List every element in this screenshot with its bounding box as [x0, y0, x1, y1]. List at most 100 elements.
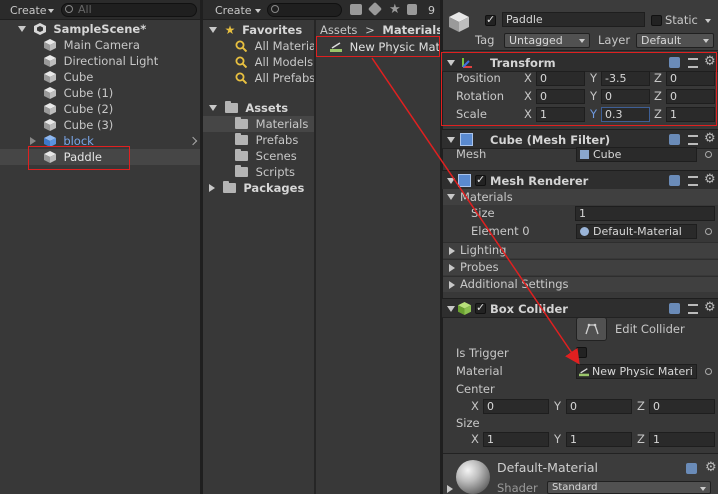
position-z-field[interactable]: 0 — [666, 71, 715, 86]
shader-dropdown[interactable]: Standard — [547, 481, 711, 494]
expand-arrow-icon[interactable] — [209, 105, 217, 111]
expand-arrow-icon[interactable] — [447, 306, 455, 312]
favorites-item-all-prefabs[interactable]: All Prefabs — [235, 70, 315, 86]
size-z-field[interactable]: 1 — [649, 432, 715, 447]
additional-settings-foldout[interactable]: Additional Settings — [443, 276, 718, 292]
collapse-arrow-icon[interactable] — [449, 281, 455, 289]
object-active-checkbox[interactable] — [485, 13, 496, 26]
mesh-renderer-header[interactable]: Mesh Renderer ⚙ — [442, 170, 718, 190]
collapse-arrow-icon[interactable] — [449, 264, 455, 272]
folder-prefabs[interactable]: Prefabs — [235, 132, 298, 148]
favorites-item-all-models[interactable]: All Models — [235, 54, 313, 70]
gear-icon[interactable]: ⚙ — [704, 131, 716, 147]
chevron-right-icon[interactable] — [188, 136, 198, 146]
edit-collider-button[interactable] — [576, 317, 607, 341]
expand-arrow-icon[interactable] — [447, 60, 455, 66]
preset-icon[interactable] — [688, 135, 698, 145]
mesh-field[interactable]: Cube — [576, 147, 697, 162]
static-checkbox[interactable] — [651, 15, 662, 26]
help-icon[interactable] — [669, 134, 680, 145]
help-icon[interactable] — [669, 175, 680, 186]
folder-scenes[interactable]: Scenes — [235, 148, 297, 164]
hierarchy-item-block[interactable]: block — [30, 133, 200, 149]
scale-y-field[interactable]: 0.3 — [601, 107, 650, 122]
expand-arrow-icon[interactable] — [447, 178, 455, 184]
breadcrumb-root[interactable]: Assets — [320, 23, 357, 37]
file-new-physic-material[interactable]: New Physic Mate — [330, 39, 440, 55]
gear-icon[interactable]: ⚙ — [704, 172, 716, 188]
tag-dropdown[interactable]: Untagged — [504, 33, 590, 48]
rotation-x-field[interactable]: 0 — [536, 89, 585, 104]
favorites-header[interactable]: ★ Favorites — [209, 22, 302, 38]
scene-root[interactable]: SampleScene* — [18, 21, 146, 37]
rotation-z-field[interactable]: 0 — [666, 89, 715, 104]
transform-header[interactable]: Transform ⚙ — [442, 52, 718, 72]
folder-scripts[interactable]: Scripts — [235, 164, 295, 180]
hierarchy-item-cube[interactable]: Cube — [44, 69, 93, 85]
hierarchy-create-button[interactable]: Create — [10, 3, 47, 18]
expand-arrow-icon[interactable] — [18, 26, 26, 32]
eye-icon[interactable] — [407, 4, 417, 15]
project-search-input[interactable] — [267, 3, 342, 17]
hierarchy-item-directional-light[interactable]: Directional Light — [44, 53, 158, 69]
materials-size-field[interactable]: 1 — [575, 206, 715, 221]
layer-dropdown[interactable]: Default — [636, 33, 714, 48]
box-collider-enabled-checkbox[interactable] — [475, 301, 486, 314]
preset-icon[interactable] — [688, 176, 698, 186]
expand-arrow-icon[interactable] — [209, 27, 217, 33]
position-y-field[interactable]: -3.5 — [601, 71, 650, 86]
center-x-field[interactable]: 0 — [483, 399, 549, 414]
is-trigger-checkbox[interactable] — [576, 347, 587, 358]
object-picker-icon[interactable] — [705, 368, 712, 375]
favorites-item-all-materials[interactable]: All Materia — [235, 38, 316, 54]
help-icon[interactable] — [669, 303, 680, 314]
materials-foldout[interactable]: Materials — [443, 189, 718, 205]
hierarchy-item-paddle[interactable]: Paddle — [44, 149, 102, 165]
collapse-arrow-icon[interactable] — [209, 184, 215, 192]
gear-icon[interactable]: ⚙ — [705, 460, 717, 476]
size-y-field[interactable]: 1 — [566, 432, 632, 447]
position-x-field[interactable]: 0 — [536, 71, 585, 86]
assets-header[interactable]: Assets — [209, 100, 288, 116]
element-0-field[interactable]: Default-Material — [576, 224, 697, 239]
scale-x-field[interactable]: 1 — [536, 107, 585, 122]
packages-header[interactable]: Packages — [209, 180, 304, 196]
box-collider-header[interactable]: Box Collider ⚙ — [442, 298, 718, 318]
hierarchy-item-cube-1[interactable]: Cube (1) — [44, 85, 113, 101]
center-y-field[interactable]: 0 — [566, 399, 632, 414]
rotation-y-field[interactable]: 0 — [601, 89, 650, 104]
size-x-field[interactable]: 1 — [483, 432, 549, 447]
help-icon[interactable] — [669, 57, 680, 68]
expand-arrow-icon[interactable] — [447, 194, 455, 200]
object-picker-icon[interactable] — [705, 228, 712, 235]
collapse-arrow-icon[interactable] — [447, 485, 453, 493]
hierarchy-search-input[interactable]: All — [61, 3, 197, 17]
collapse-arrow-icon[interactable] — [449, 247, 455, 255]
collapse-arrow-icon[interactable] — [30, 137, 36, 145]
object-name-input[interactable]: Paddle — [502, 12, 645, 27]
breadcrumb-current[interactable]: Materials — [382, 23, 440, 37]
favorite-star-icon[interactable]: ★ — [389, 2, 401, 17]
mesh-renderer-enabled-checkbox[interactable] — [475, 173, 486, 186]
folder-icon — [235, 117, 248, 129]
lighting-foldout[interactable]: Lighting — [443, 242, 718, 258]
tag-icon[interactable] — [367, 1, 383, 17]
scale-z-field[interactable]: 1 — [666, 107, 715, 122]
expand-arrow-icon[interactable] — [447, 137, 455, 143]
preset-icon[interactable] — [688, 58, 698, 68]
hierarchy-item-cube-3[interactable]: Cube (3) — [44, 117, 113, 133]
help-icon[interactable] — [686, 463, 697, 474]
collider-material-field[interactable]: New Physic Materi — [576, 364, 697, 379]
folder-materials[interactable]: Materials — [235, 116, 308, 132]
object-picker-icon[interactable] — [705, 151, 712, 158]
probes-foldout[interactable]: Probes — [443, 259, 718, 275]
hierarchy-item-main-camera[interactable]: Main Camera — [44, 37, 140, 53]
filter-type-icon[interactable] — [350, 4, 362, 15]
center-z-field[interactable]: 0 — [649, 399, 715, 414]
project-create-button[interactable]: Create — [215, 3, 252, 18]
preset-icon[interactable] — [688, 304, 698, 314]
gear-icon[interactable]: ⚙ — [704, 54, 716, 70]
hierarchy-item-cube-2[interactable]: Cube (2) — [44, 101, 113, 117]
gear-icon[interactable]: ⚙ — [704, 300, 716, 316]
dropdown-arrow-icon[interactable] — [705, 19, 711, 23]
